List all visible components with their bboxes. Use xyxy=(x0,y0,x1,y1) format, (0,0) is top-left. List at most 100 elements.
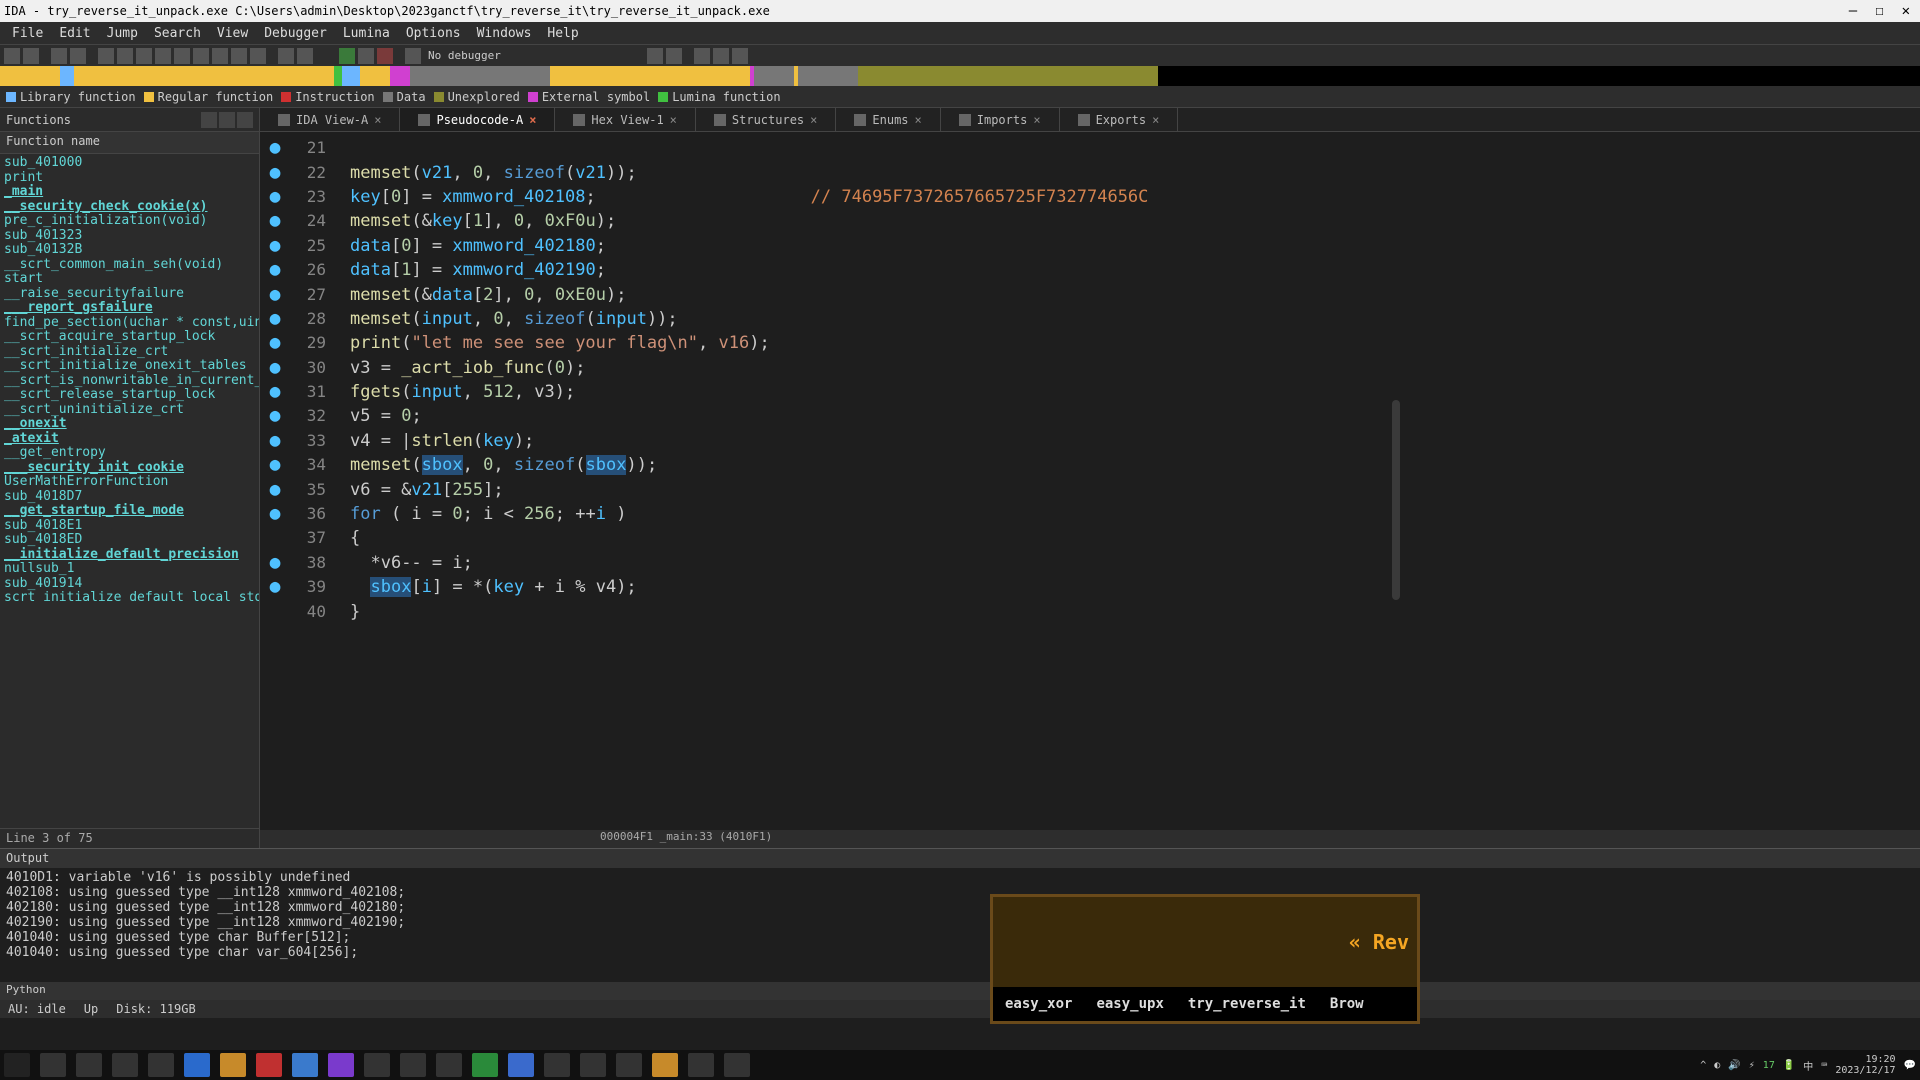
tab-ida-view-a[interactable]: IDA View-A× xyxy=(260,108,400,131)
open-icon[interactable] xyxy=(4,48,20,64)
tab-structures[interactable]: Structures× xyxy=(696,108,836,131)
function-item[interactable]: _atexit xyxy=(0,432,259,447)
tab-enums[interactable]: Enums× xyxy=(836,108,940,131)
code-line[interactable]: ●22memset(v21, 0, sizeof(v21)); xyxy=(260,160,1920,184)
app-icon[interactable] xyxy=(220,1053,246,1077)
breakpoint-icon[interactable]: ● xyxy=(260,380,290,404)
code-line[interactable]: ●26data[1] = xmmword_402190; xyxy=(260,258,1920,282)
tb-icon[interactable] xyxy=(694,48,710,64)
taskbar[interactable]: ^ ◐ 🔊 ⚡ 17 🔋 中 ⌨ 19:202023/12/17 💬 xyxy=(0,1050,1920,1080)
app-icon[interactable] xyxy=(184,1053,210,1077)
tab-imports[interactable]: Imports× xyxy=(941,108,1060,131)
menu-view[interactable]: View xyxy=(209,24,256,43)
menu-debugger[interactable]: Debugger xyxy=(256,24,335,43)
breakpoint-icon[interactable]: ● xyxy=(260,258,290,282)
function-item[interactable]: print xyxy=(0,171,259,186)
function-item[interactable]: start xyxy=(0,272,259,287)
function-item[interactable]: sub_4018ED xyxy=(0,533,259,548)
vs-icon[interactable] xyxy=(328,1053,354,1077)
function-item[interactable]: __get_entropy xyxy=(0,446,259,461)
breakpoint-icon[interactable]: ● xyxy=(260,136,290,160)
function-item[interactable]: __scrt_uninitialize_crt xyxy=(0,403,259,418)
wechat-icon[interactable] xyxy=(472,1053,498,1077)
function-item[interactable]: __onexit xyxy=(0,417,259,432)
app-icon[interactable] xyxy=(256,1053,282,1077)
tb-icon[interactable] xyxy=(117,48,133,64)
code-line[interactable]: 37{ xyxy=(260,526,1920,550)
function-item[interactable]: __security_check_cookie(x) xyxy=(0,200,259,215)
popup-tab[interactable]: Brow xyxy=(1318,988,1376,1020)
navigation-band[interactable] xyxy=(0,66,1920,86)
tab-close-icon[interactable]: × xyxy=(529,113,536,127)
tab-hex-view-1[interactable]: Hex View-1× xyxy=(555,108,695,131)
function-item[interactable]: scrt initialize default local stdi xyxy=(0,591,259,606)
ime-icon[interactable]: 中 xyxy=(1803,1058,1813,1073)
tab-close-icon[interactable]: × xyxy=(810,113,817,127)
app-icon[interactable] xyxy=(580,1053,606,1077)
function-list[interactable]: sub_401000print_main__security_check_coo… xyxy=(0,154,259,828)
function-item[interactable]: ___security_init_cookie xyxy=(0,461,259,476)
tab-close-icon[interactable]: × xyxy=(1033,113,1040,127)
function-item[interactable]: __scrt_release_startup_lock xyxy=(0,388,259,403)
code-area[interactable]: ●21●22memset(v21, 0, sizeof(v21));●23key… xyxy=(260,132,1920,830)
tray-icon[interactable]: ⌨ xyxy=(1821,1060,1827,1071)
code-line[interactable]: ●34memset(sbox, 0, sizeof(sbox)); xyxy=(260,453,1920,477)
tray-icon[interactable]: 🔊 xyxy=(1728,1060,1740,1071)
chrome-icon[interactable] xyxy=(400,1053,426,1077)
app-icon[interactable] xyxy=(724,1053,750,1077)
breakpoint-icon[interactable]: ● xyxy=(260,356,290,380)
code-line[interactable]: 40} xyxy=(260,599,1920,623)
function-item[interactable]: sub_40132B xyxy=(0,243,259,258)
code-line[interactable]: ●27memset(&data[2], 0, 0xE0u); xyxy=(260,282,1920,306)
breakpoint-icon[interactable]: ● xyxy=(260,429,290,453)
close-icon[interactable]: ✕ xyxy=(1902,3,1910,19)
tb-icon[interactable] xyxy=(155,48,171,64)
function-item[interactable]: __raise_securityfailure xyxy=(0,287,259,302)
minimize-icon[interactable]: — xyxy=(1849,3,1857,19)
system-tray[interactable]: ^ ◐ 🔊 ⚡ 17 🔋 中 ⌨ 19:202023/12/17 💬 xyxy=(1700,1054,1916,1076)
menu-file[interactable]: File xyxy=(4,24,51,43)
breakpoint-icon[interactable]: ● xyxy=(260,161,290,185)
breakpoint-icon[interactable]: ● xyxy=(260,404,290,428)
tray-icon[interactable]: 17 xyxy=(1763,1060,1775,1071)
code-line[interactable]: ●30v3 = _acrt_iob_func(0); xyxy=(260,356,1920,380)
vscode-icon[interactable] xyxy=(292,1053,318,1077)
code-line[interactable]: ●35v6 = &v21[255]; xyxy=(260,477,1920,501)
function-item[interactable]: __get_startup_file_mode xyxy=(0,504,259,519)
tab-close-icon[interactable]: × xyxy=(374,113,381,127)
tb-icon[interactable] xyxy=(174,48,190,64)
menu-options[interactable]: Options xyxy=(398,24,469,43)
panel-btn-icon[interactable] xyxy=(219,112,235,128)
tray-icon[interactable]: ◐ xyxy=(1714,1060,1720,1071)
save-icon[interactable] xyxy=(23,48,39,64)
code-line[interactable]: ●23key[0] = xmmword_402108; // 74695F737… xyxy=(260,185,1920,209)
app-icon[interactable] xyxy=(616,1053,642,1077)
fwd-icon[interactable] xyxy=(70,48,86,64)
code-line[interactable]: ●29print("let me see see your flag\n", v… xyxy=(260,331,1920,355)
code-line[interactable]: ●28memset(input, 0, sizeof(input)); xyxy=(260,307,1920,331)
menu-windows[interactable]: Windows xyxy=(469,24,540,43)
function-item[interactable]: sub_4018E1 xyxy=(0,519,259,534)
breakpoint-icon[interactable]: ● xyxy=(260,478,290,502)
tb-icon[interactable] xyxy=(98,48,114,64)
breakpoint-icon[interactable]: ● xyxy=(260,502,290,526)
code-line[interactable]: ●25data[0] = xmmword_402180; xyxy=(260,234,1920,258)
tab-pseudocode-a[interactable]: Pseudocode-A× xyxy=(400,108,555,131)
function-item[interactable]: sub_401914 xyxy=(0,577,259,592)
tb-icon[interactable] xyxy=(666,48,682,64)
menu-lumina[interactable]: Lumina xyxy=(335,24,398,43)
breakpoint-icon[interactable]: ● xyxy=(260,575,290,599)
app-icon[interactable] xyxy=(436,1053,462,1077)
tb-icon[interactable] xyxy=(732,48,748,64)
tab-exports[interactable]: Exports× xyxy=(1060,108,1179,131)
code-line[interactable]: ●32v5 = 0; xyxy=(260,404,1920,428)
start-icon[interactable] xyxy=(4,1053,30,1077)
function-item[interactable]: _main xyxy=(0,185,259,200)
breakpoint-icon[interactable]: ● xyxy=(260,307,290,331)
breakpoint-icon[interactable]: ● xyxy=(260,551,290,575)
breakpoint-icon[interactable]: ● xyxy=(260,185,290,209)
tray-icon[interactable]: ⚡ xyxy=(1749,1060,1755,1071)
explorer-icon[interactable] xyxy=(112,1053,138,1077)
code-line[interactable]: ●38 *v6-- = i; xyxy=(260,551,1920,575)
scrollbar[interactable] xyxy=(1392,400,1400,600)
